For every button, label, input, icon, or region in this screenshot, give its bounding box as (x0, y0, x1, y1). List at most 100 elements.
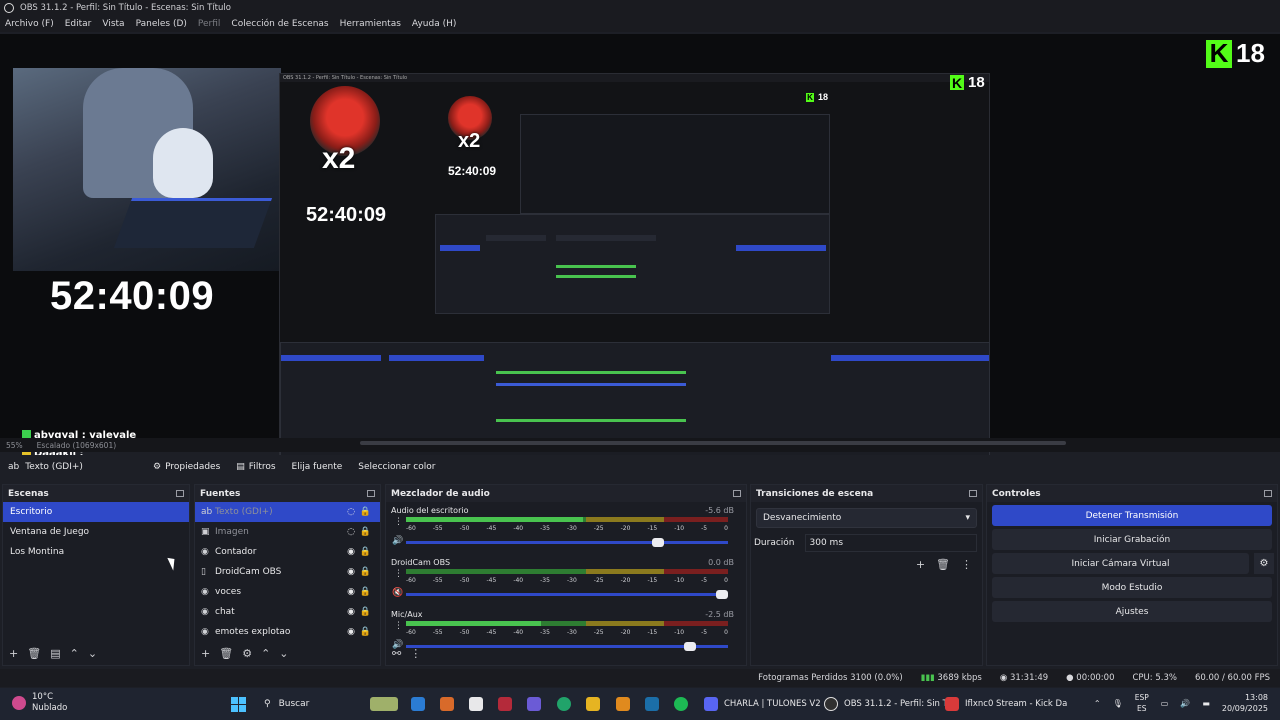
up-arrow-icon[interactable]: ⌃ (70, 647, 79, 660)
start-recording-button[interactable]: Iniciar Grabación (992, 529, 1272, 550)
link-icon[interactable]: ⚯ (392, 647, 401, 660)
muted-speaker-icon[interactable]: 🔇 (392, 588, 403, 598)
store-icon[interactable] (469, 697, 483, 711)
channel-menu-icon[interactable]: ⋮ (394, 517, 403, 527)
menu-perfil[interactable]: Perfil (198, 19, 221, 29)
taskbar-app-browser[interactable]: Iflxnc0 Stream - Kick Da (945, 694, 1067, 714)
chevron-up-icon[interactable]: ⌃ (1094, 699, 1101, 708)
gear-icon[interactable]: ⚙ (242, 647, 252, 660)
eye-icon[interactable]: ◉ (347, 607, 355, 617)
spotify-icon[interactable] (674, 697, 688, 711)
popout-icon[interactable] (733, 490, 741, 497)
menu-archivo[interactable]: Archivo (F) (5, 19, 54, 29)
menu-coleccion-escenas[interactable]: Colección de Escenas (231, 19, 328, 29)
down-arrow-icon[interactable]: ⌄ (88, 647, 97, 660)
steam-icon[interactable] (645, 697, 659, 711)
properties-button[interactable]: ⚙ Propiedades (145, 457, 228, 477)
preview-canvas[interactable]: 52:40:09 abvgyal : valevale Daaakii : OB… (0, 34, 1280, 472)
clock[interactable]: 13:08 20/09/2025 (1222, 692, 1268, 714)
source-item-texto-gdi[interactable]: ab Texto (GDI+) ◌ 🔒 (195, 502, 380, 522)
trash-icon[interactable]: 🗑 (936, 558, 950, 571)
menu-ayuda[interactable]: Ayuda (H) (412, 19, 456, 29)
weather-widget[interactable]: 10°C Nublado (12, 692, 67, 714)
popout-icon[interactable] (1264, 490, 1272, 497)
vlc-icon[interactable] (616, 697, 630, 711)
volume-slider[interactable] (406, 538, 728, 547)
volume-slider-handle[interactable] (651, 538, 664, 547)
source-item-emotes[interactable]: ◉ emotes explotao ◉ 🔒 (195, 622, 380, 642)
source-item-contador[interactable]: ◉ Contador ◉ 🔒 (195, 542, 380, 562)
volume-slider-handle[interactable] (716, 590, 728, 599)
lock-icon[interactable]: 🔒 (360, 627, 371, 637)
scale-mode[interactable]: Escalado (1069x601) (37, 441, 116, 450)
folder-icon[interactable] (586, 697, 600, 711)
source-item-droidcam[interactable]: ▯ DroidCam OBS ◉ 🔒 (195, 562, 380, 582)
teams-icon[interactable] (527, 697, 541, 711)
popout-icon[interactable] (367, 490, 375, 497)
app-icon[interactable] (498, 697, 512, 711)
language-indicator[interactable]: ESP ES (1135, 692, 1149, 714)
lock-icon[interactable]: 🔒 (360, 527, 371, 537)
source-item-chat[interactable]: ◉ chat ◉ 🔒 (195, 602, 380, 622)
add-icon[interactable]: + (201, 647, 210, 660)
scene-item-ventana-de-juego[interactable]: Ventana de Juego (3, 522, 189, 542)
eye-icon[interactable]: ◉ (347, 587, 355, 597)
lock-icon[interactable]: 🔒 (360, 547, 371, 557)
lock-icon[interactable]: 🔒 (360, 567, 371, 577)
lock-icon[interactable]: 🔒 (360, 507, 371, 517)
news-icon[interactable] (370, 697, 398, 711)
copilot-icon[interactable] (440, 697, 454, 711)
windows-start-icon[interactable] (231, 697, 246, 712)
stop-stream-button[interactable]: Detener Transmisión (992, 505, 1272, 526)
microphone-icon[interactable]: 🎙 (1113, 699, 1123, 708)
menu-editar[interactable]: Editar (65, 19, 92, 29)
menu-vista[interactable]: Vista (102, 19, 124, 29)
eye-icon[interactable]: ◉ (347, 547, 355, 557)
lock-icon[interactable]: 🔒 (360, 607, 371, 617)
source-item-voces[interactable]: ◉ voces ◉ 🔒 (195, 582, 380, 602)
speaker-icon[interactable]: 🔊 (392, 536, 403, 546)
virtual-camera-settings-gear-icon[interactable]: ⚙ (1254, 553, 1274, 574)
popout-icon[interactable] (176, 490, 184, 497)
start-virtual-camera-button[interactable]: Iniciar Cámara Virtual (992, 553, 1249, 574)
settings-button[interactable]: Ajustes (992, 601, 1272, 622)
trash-icon[interactable]: 🗑 (27, 647, 41, 660)
choose-font-button[interactable]: Elija fuente (284, 457, 351, 477)
menu-paneles[interactable]: Paneles (D) (136, 19, 187, 29)
channel-menu-icon[interactable]: ⋮ (394, 569, 403, 579)
eye-icon[interactable]: ◉ (347, 567, 355, 577)
filters-button[interactable]: ▤ Filtros (228, 457, 283, 477)
popout-icon[interactable] (969, 490, 977, 497)
eye-hidden-icon[interactable]: ◌ (347, 527, 355, 537)
source-item-imagen[interactable]: ▣ Imagen ◌ 🔒 (195, 522, 380, 542)
eye-hidden-icon[interactable]: ◌ (347, 507, 355, 517)
zoom-level[interactable]: 55% (6, 441, 23, 450)
select-color-button[interactable]: Seleccionar color (350, 457, 443, 477)
preview-scrollbar[interactable] (360, 441, 1066, 445)
add-icon[interactable]: + (9, 647, 18, 660)
eye-icon[interactable]: ◉ (347, 627, 355, 637)
trash-icon[interactable]: 🗑 (219, 647, 233, 660)
scene-item-los-montina[interactable]: Los Montina (3, 542, 189, 562)
taskbar-app-obs[interactable]: OBS 31.1.2 - Perfil: Sin Tí (824, 694, 950, 714)
channel-menu-icon[interactable]: ⋮ (394, 621, 403, 631)
taskbar-app-discord[interactable]: CHARLA | TULONES V2 (704, 694, 821, 714)
filter-icon[interactable]: ▤ (50, 647, 60, 660)
down-arrow-icon[interactable]: ⌄ (279, 647, 288, 660)
edge-icon[interactable] (557, 697, 571, 711)
menu-herramientas[interactable]: Herramientas (340, 19, 401, 29)
outlook-icon[interactable] (411, 697, 425, 711)
up-arrow-icon[interactable]: ⌃ (261, 647, 270, 660)
studio-mode-button[interactable]: Modo Estudio (992, 577, 1272, 598)
battery-icon[interactable]: ▬ (1202, 699, 1210, 708)
more-icon[interactable]: ⋮ (410, 647, 421, 660)
volume-icon[interactable]: 🔊 (1180, 699, 1190, 708)
lock-icon[interactable]: 🔒 (360, 587, 371, 597)
volume-slider[interactable] (406, 590, 728, 599)
scene-item-escritorio[interactable]: Escritorio (3, 502, 189, 522)
network-icon[interactable]: ▭ (1161, 699, 1169, 708)
more-icon[interactable]: ⋮ (961, 558, 972, 571)
transition-select[interactable]: Desvanecimiento ▾ (756, 508, 977, 528)
add-icon[interactable]: + (916, 558, 925, 571)
duration-input[interactable]: 300 ms (804, 534, 977, 552)
